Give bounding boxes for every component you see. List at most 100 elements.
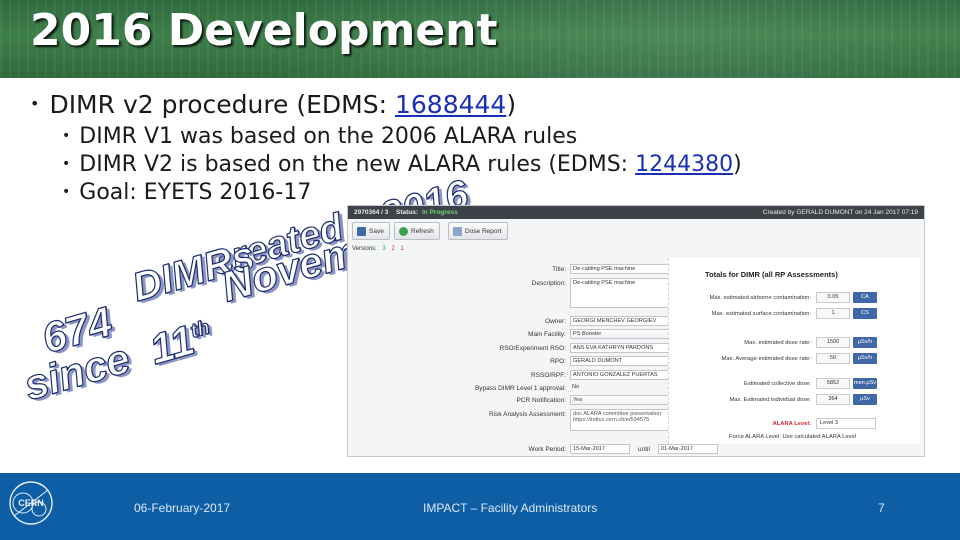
individual-dose-value: 364 — [816, 394, 850, 405]
stamp-word-674: 674 — [36, 297, 118, 363]
form-row-description: Description: De-cabling PSE machine — [448, 278, 718, 308]
form-row-rso: RSO/Experiment RSO: ANS EVA KATHRYN PARD… — [448, 343, 718, 355]
individual-dose-label: Max. Estimated individual dose: — [729, 397, 811, 403]
bullet-dimr-v2: • DIMR v2 procedure (EDMS: 1688444) — [30, 90, 516, 119]
form-row-pcr: PCR Notification: Yes — [448, 395, 718, 407]
form-row-work-period: Work Period: 15-Mar-2017 until 01-Mar-20… — [448, 444, 718, 456]
bullet-dot: • — [30, 94, 40, 113]
avg-dose-rate-label: Max. Average estimated dose rate: — [721, 356, 811, 362]
save-label: Save — [369, 227, 384, 235]
surface-value: 1 — [816, 308, 850, 319]
status-label: Status: — [396, 209, 419, 216]
save-button[interactable]: Save — [352, 222, 390, 240]
totals-row: Max. Average estimated dose rate: 50 µSv… — [669, 353, 921, 367]
totals-row: Max. estimated airborne contamination: 0… — [669, 292, 921, 306]
refresh-button[interactable]: Refresh — [394, 222, 440, 240]
totals-panel: Totals for DIMR (all RP Assessments) Max… — [668, 258, 920, 444]
save-icon — [357, 226, 366, 236]
refresh-label: Refresh — [411, 227, 434, 235]
owner-label: Owner: — [545, 318, 566, 325]
cern-logo: CERN — [9, 481, 53, 525]
airborne-value: 0.05 — [816, 292, 850, 303]
form-row-bypass: Bypass DIMR Level 1 approval: No — [448, 383, 678, 395]
subbullet-v2: • DIMR V2 is based on the new ALARA rules… — [62, 152, 742, 177]
dose-rate-value: 1500 — [816, 337, 850, 348]
totals-title: Totals for DIMR (all RP Assessments) — [705, 270, 838, 279]
refresh-icon — [399, 226, 408, 236]
pcr-label: PCR Notification: — [516, 397, 567, 404]
airborne-label: Max. estimated airborne contamination: — [709, 295, 812, 301]
risk-label: Risk Analysis Assessment: — [489, 411, 566, 418]
version-link-3[interactable]: 3 — [382, 246, 385, 252]
form-row-rsso: RSSO/RPF: ANTONIO GONZALEZ PUERTAS — [448, 370, 718, 382]
form-row-owner: Owner: GEORGI MENCHEV GEORGIEV — [448, 316, 718, 328]
stamp-word-since: since — [18, 334, 135, 410]
alara-level-select[interactable]: Level 3 — [816, 418, 876, 429]
description-label: Description: — [531, 280, 566, 287]
footer-title: IMPACT – Facility Administrators — [423, 501, 598, 515]
totals-row: Max. estimated surface contamination: 1 … — [669, 308, 921, 322]
dimr-count-stamp: created DIMRs 2016 674 November since 11… — [18, 172, 474, 460]
subbullet-text: Goal: EYETS 2016-17 — [79, 180, 312, 205]
avg-dose-rate-unit: µSv/h — [853, 353, 877, 364]
created-by: Created by GERALD DUMONT on 24 Jan 2017 … — [762, 209, 918, 216]
start-date-field[interactable]: 15-Mar-2017 — [570, 444, 630, 454]
edms-link-1688444[interactable]: 1688444 — [395, 90, 506, 119]
subbullet-suffix: ) — [733, 152, 742, 177]
footer-date: 06-February-2017 — [134, 501, 231, 515]
avg-dose-rate-value: 50 — [816, 353, 850, 364]
collective-dose-value: 5852 — [816, 378, 850, 389]
title-banner: 2016 Development — [0, 0, 960, 78]
stamp-word-dimrs: DIMRs — [127, 233, 260, 311]
totals-row: Estimated collective dose: 5852 men.µSv — [669, 378, 921, 392]
form-row-risk: Risk Analysis Assessment: doc ALARA comm… — [448, 409, 718, 431]
work-period-label: Work Period: — [528, 446, 566, 453]
until-label: until — [638, 446, 650, 453]
force-alara-row: Force ALARA Level: Use calculated ALARA … — [669, 431, 921, 445]
rso-label: RSO/Experiment RSO: — [499, 345, 566, 352]
surface-label: Max. estimated surface contamination: — [711, 311, 811, 317]
end-date-field[interactable]: 01-Mar-2017 — [658, 444, 718, 454]
collective-dose-label: Estimated collective dose: — [743, 381, 811, 387]
dose-report-label: Dose Report — [465, 227, 502, 235]
slide-title: 2016 Development — [30, 5, 498, 56]
totals-row: Max. estimated dose rate: 1500 µSv/h — [669, 337, 921, 351]
status-badge: In Progress — [422, 209, 458, 216]
force-alara-text: Force ALARA Level: Use calculated ALARA … — [729, 434, 856, 440]
facility-label: Main Facility: — [528, 331, 566, 338]
stamp-word-created: created — [206, 206, 349, 285]
stamp-line-4: since 11th — [18, 311, 218, 410]
dose-report-button[interactable]: Dose Report — [448, 222, 508, 240]
rpo-label: RPO: — [550, 358, 566, 365]
subbullet-text: DIMR V2 is based on the new ALARA rules … — [79, 152, 636, 177]
bullet-dot: • — [62, 128, 71, 144]
dose-rate-unit: µSv/h — [853, 337, 877, 348]
collective-dose-unit: men.µSv — [853, 378, 877, 389]
subbullet-v1: • DIMR V1 was based on the 2006 ALARA rul… — [62, 124, 577, 149]
form-row-facility: Main Facility: PS Booster — [448, 329, 718, 341]
version-link-1[interactable]: 1 — [400, 246, 403, 252]
bypass-label: Bypass DIMR Level 1 approval: — [474, 385, 566, 392]
subbullet-goal: • Goal: EYETS 2016-17 — [62, 180, 311, 205]
bullet-suffix: ) — [506, 90, 517, 119]
bullet-text: DIMR v2 procedure (EDMS: — [49, 90, 395, 119]
version-link-2[interactable]: 2 — [391, 246, 394, 252]
form-row-title: Title: De-cabling PSE machine — [448, 264, 718, 276]
alara-row: ALARA Level: Level 3 — [669, 418, 921, 432]
stamp-sup-th: th — [187, 316, 213, 344]
subbullet-text: DIMR V1 was based on the 2006 ALARA rule… — [79, 124, 578, 149]
versions-bar: Versions: 3 2 1 — [352, 246, 404, 252]
airborne-unit: CA — [853, 292, 877, 303]
form-row-rpo: RPO: GERALD DUMONT — [448, 356, 718, 368]
dimr-app-screenshot: 2970364 / 3 Status: In Progress Created … — [347, 205, 925, 457]
surface-unit: CS — [853, 308, 877, 319]
alara-level-label: ALARA Level: — [772, 421, 811, 427]
stamp-line-1: created — [206, 206, 349, 285]
edms-link-1244380[interactable]: 1244380 — [635, 152, 733, 177]
totals-row: Max. Estimated individual dose: 364 µSv — [669, 394, 921, 408]
cern-logo-text: CERN — [18, 498, 44, 508]
dose-rate-label: Max. estimated dose rate: — [744, 340, 811, 346]
stamp-word-11: 11 — [144, 315, 200, 373]
rsso-label: RSSO/RPF: — [530, 372, 566, 379]
versions-label: Versions: — [352, 246, 377, 252]
